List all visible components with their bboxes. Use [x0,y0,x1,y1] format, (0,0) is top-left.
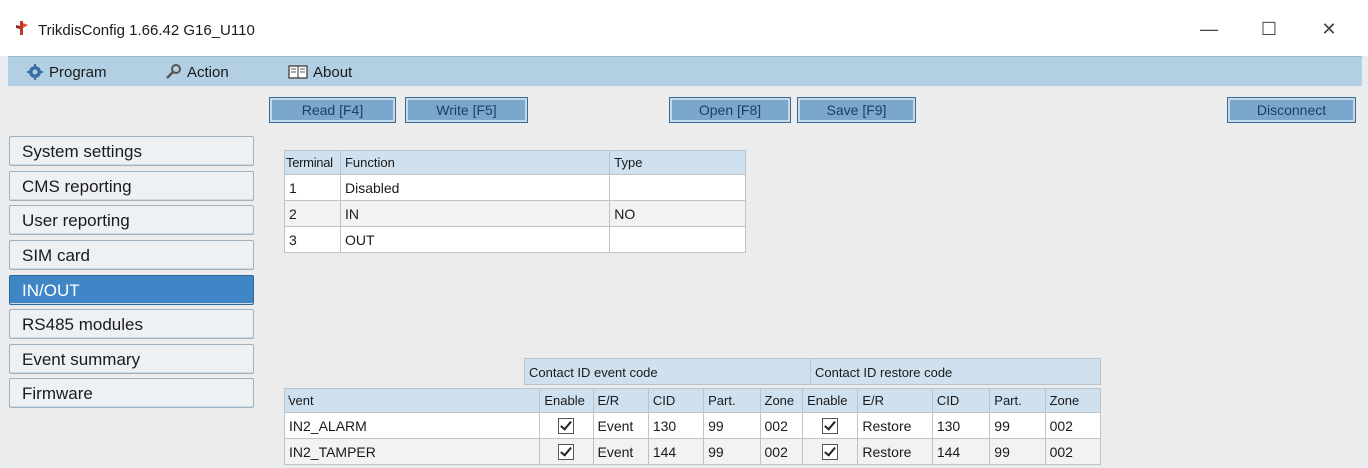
events-table: ̓vent Enable E/R CID Part. Zone Enable E… [283,388,1102,465]
sidebar-item-rs485-modules[interactable]: RS485 modules [9,309,254,339]
close-button[interactable]: ✕ [1306,12,1352,46]
column-header: Part. [989,388,1046,413]
sidebar-item-system-settings[interactable]: System settings [9,136,254,166]
read-button[interactable]: Read [F4] [269,97,396,123]
restore-part-cell[interactable]: 99 [989,412,1046,439]
sidebar-item-sim-card[interactable]: SIM card [9,240,254,270]
open-button[interactable]: Open [F8] [669,97,791,123]
app-logo-icon [16,21,28,35]
restore-er-cell[interactable]: Restore [857,438,933,465]
events-header-row: ̓vent Enable E/R CID Part. Zone Enable E… [283,388,1102,413]
menu-action-label: Action [187,63,229,81]
restore-cid-cell[interactable]: 144 [931,438,991,465]
minimize-button[interactable]: — [1186,12,1232,46]
restore-er-cell[interactable]: Restore [857,412,933,439]
menu-program[interactable]: Program [26,61,107,83]
save-button[interactable]: Save [F9] [797,97,916,123]
disconnect-button[interactable]: Disconnect [1227,97,1356,123]
event-name: IN2_TAMPER [283,438,541,465]
maximize-button[interactable]: ☐ [1246,12,1292,46]
restore-zone-cell[interactable]: 002 [1044,438,1102,465]
window-title: TrikdisConfig 1.66.42 G16_U110 [38,22,255,39]
type-cell[interactable] [609,174,746,201]
contact-id-restore-group-header: Contact ID restore code [810,358,1101,385]
column-header: Terminal [284,150,341,175]
sidebar-item-in-out[interactable]: IN/OUT [9,275,254,305]
write-button[interactable]: Write [F5] [405,97,528,123]
function-cell[interactable]: IN [339,200,611,227]
title-bar: TrikdisConfig 1.66.42 G16_U110 — ☐ ✕ [0,0,1368,56]
column-header: E/R [857,388,933,413]
restore-cid-cell[interactable]: 130 [931,412,991,439]
part-cell[interactable]: 99 [703,412,761,439]
zone-cell[interactable]: 002 [759,412,804,439]
column-header: CID [931,388,991,413]
gear-icon [27,64,43,80]
checkmark-icon [558,418,575,435]
column-header: Enable [802,388,859,413]
menu-about[interactable]: About [288,61,352,83]
table-row[interactable]: 1 Disabled [284,174,746,201]
terminal-number: 3 [284,226,341,253]
restore-enable-checkbox[interactable] [802,412,859,439]
menu-bar: Program Action About [8,56,1362,87]
cid-cell[interactable]: 130 [647,412,705,439]
sidebar-item-cms-reporting[interactable]: CMS reporting [9,171,254,201]
contact-id-event-group-header: Contact ID event code [524,358,811,385]
checkmark-icon [822,444,839,461]
terminals-header-row: Terminal Function Type [284,150,746,175]
column-header: Function [339,150,611,175]
sidebar-item-event-summary[interactable]: Event summary [9,344,254,374]
terminal-number: 1 [284,174,341,201]
table-row[interactable]: IN2_TAMPER Event 144 99 002 Restore 144 … [283,438,1102,465]
terminals-table: Terminal Function Type 1 Disabled 2 IN N… [284,150,746,253]
column-header: Part. [703,388,761,413]
sidebar-item-user-reporting[interactable]: User reporting [9,205,254,235]
menu-about-label: About [313,63,353,81]
function-cell[interactable]: Disabled [339,174,611,201]
column-header: CID [647,388,705,413]
wrench-icon [166,64,181,79]
restore-part-cell[interactable]: 99 [989,438,1046,465]
column-header: Type [609,150,746,175]
column-header: E/R [592,388,649,413]
function-cell[interactable]: OUT [339,226,611,253]
enable-checkbox[interactable] [539,412,594,439]
enable-checkbox[interactable] [539,438,594,465]
type-cell[interactable] [609,226,746,253]
restore-enable-checkbox[interactable] [802,438,859,465]
menu-action[interactable]: Action [164,61,229,83]
checkmark-icon [822,418,839,435]
part-cell[interactable]: 99 [703,438,761,465]
zone-cell[interactable]: 002 [759,438,804,465]
checkmark-icon [558,444,575,461]
column-header: Zone [1044,388,1102,413]
sidebar-item-firmware[interactable]: Firmware [9,378,254,408]
table-row[interactable]: 2 IN NO [284,200,746,227]
menu-program-label: Program [49,63,107,81]
column-header: ̓vent [283,388,541,413]
event-name: IN2_ALARM [283,412,541,439]
cid-cell[interactable]: 144 [647,438,705,465]
restore-zone-cell[interactable]: 002 [1044,412,1102,439]
type-cell[interactable]: NO [609,200,746,227]
column-header: Enable [539,388,594,413]
table-row[interactable]: 3 OUT [284,226,746,253]
terminal-number: 2 [284,200,341,227]
er-cell[interactable]: Event [592,412,649,439]
table-row[interactable]: IN2_ALARM Event 130 99 002 Restore 130 9… [283,412,1102,439]
book-icon [288,65,308,79]
column-header: Zone [759,388,804,413]
er-cell[interactable]: Event [592,438,649,465]
